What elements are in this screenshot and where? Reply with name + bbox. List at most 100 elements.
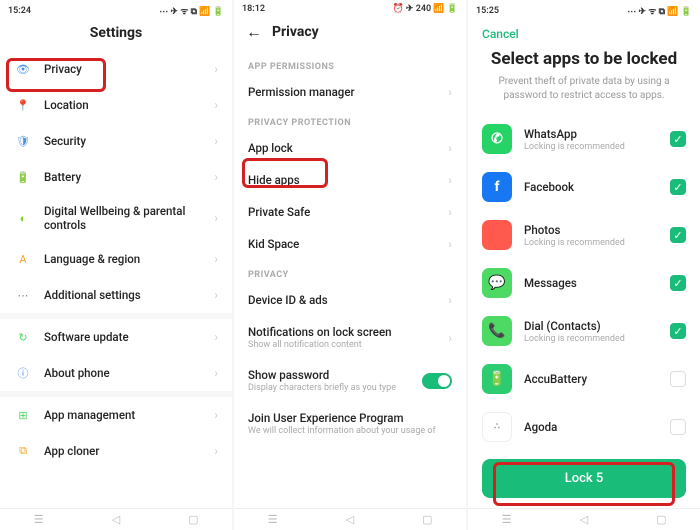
settings-row[interactable]: 📍Location› — [0, 87, 232, 123]
settings-row[interactable]: 👁Privacy› — [0, 51, 232, 87]
page-subtitle: Prevent theft of private data by using a… — [468, 75, 700, 115]
row-icon: 🛡 — [14, 132, 32, 150]
row-label: Private Safe — [248, 205, 436, 219]
row-label: Device ID & ads — [248, 293, 436, 307]
checkbox[interactable]: ✓ — [670, 323, 686, 339]
app-icon: f — [482, 172, 512, 202]
settings-row[interactable]: Private Safe › — [234, 196, 466, 228]
back-icon[interactable]: ← — [246, 22, 262, 42]
row-label: Location — [44, 98, 202, 112]
app-name: Dial (Contacts) — [524, 319, 658, 333]
app-row[interactable]: f Facebook ✓ — [468, 163, 700, 211]
row-show-password[interactable]: Show password Display characters briefly… — [234, 359, 466, 402]
header: ← Privacy — [234, 16, 466, 52]
settings-row[interactable]: 🔋Battery› — [0, 159, 232, 195]
nav-home-icon[interactable]: ▢ — [186, 513, 200, 527]
status-bar: 18:12 ⏰ ✈ 240 📶 🔋 — [234, 0, 466, 16]
nav-bar: ☰ ◁ ▢ — [0, 508, 232, 530]
settings-row[interactable]: ⓘAbout phone› — [0, 355, 232, 391]
row-icon: ⊞ — [14, 406, 32, 424]
status-time: 15:24 — [8, 6, 31, 16]
page-title: Privacy — [272, 24, 319, 40]
row-label: Software update — [44, 330, 202, 344]
settings-row[interactable]: ◐Digital Wellbeing & parental controls› — [0, 195, 232, 241]
row-sub: We will collect information about your u… — [248, 426, 452, 436]
row-label: About phone — [44, 366, 202, 380]
row-icon: ⧉ — [14, 442, 32, 460]
settings-row[interactable]: Kid Space › — [234, 228, 466, 260]
nav-back-icon[interactable]: ◁ — [577, 513, 591, 527]
toggle[interactable] — [422, 373, 452, 389]
app-row[interactable]: PhotosLocking is recommended✓ — [468, 211, 700, 259]
chevron-right-icon: › — [448, 331, 452, 345]
header: Settings — [0, 19, 232, 51]
status-time: 15:25 — [476, 6, 499, 16]
row-sub: Show all notification content — [248, 340, 436, 350]
app-row[interactable]: ✆WhatsAppLocking is recommended✓ — [468, 115, 700, 163]
app-row[interactable]: 📞Dial (Contacts)Locking is recommended✓ — [468, 307, 700, 355]
checkbox[interactable] — [670, 371, 686, 387]
row-label: App lock — [248, 141, 436, 155]
checkbox[interactable] — [670, 419, 686, 435]
chevron-right-icon: › — [448, 205, 452, 219]
cancel-button[interactable]: Cancel — [468, 19, 700, 49]
row-label: App management — [44, 408, 202, 422]
settings-row[interactable]: ALanguage & region› — [0, 241, 232, 277]
app-name: Agoda — [524, 420, 658, 434]
settings-row[interactable]: ⧉App cloner› — [0, 433, 232, 469]
nav-back-icon[interactable]: ◁ — [343, 513, 357, 527]
chevron-right-icon: › — [214, 170, 218, 184]
status-icons: ⋯ ✈ ᯤ ⧉ 📶 🔋 — [159, 4, 224, 17]
row-permission-manager[interactable]: Permission manager › — [234, 76, 466, 108]
nav-recent-icon[interactable]: ☰ — [32, 513, 46, 527]
app-row[interactable]: 💬Messages✓ — [468, 259, 700, 307]
app-name: AccuBattery — [524, 372, 658, 386]
app-icon: ✆ — [482, 124, 512, 154]
nav-bar: ☰ ◁ ▢ — [234, 508, 466, 530]
nav-recent-icon[interactable]: ☰ — [500, 513, 514, 527]
checkbox[interactable]: ✓ — [670, 275, 686, 291]
row-label: Battery — [44, 170, 202, 184]
settings-row[interactable]: ⋯Additional settings› — [0, 277, 232, 313]
row-label: Kid Space — [248, 237, 436, 251]
settings-row[interactable]: 🛡Security› — [0, 123, 232, 159]
status-icons: ⏰ ✈ 240 📶 🔋 — [392, 4, 458, 14]
app-name: Facebook — [524, 180, 658, 194]
app-row[interactable]: 🔋AccuBattery — [468, 355, 700, 403]
row-label: Security — [44, 134, 202, 148]
chevron-right-icon: › — [214, 444, 218, 458]
page-title: Select apps to be locked — [468, 49, 700, 75]
section-privacy: PRIVACY — [234, 260, 466, 284]
chevron-right-icon: › — [448, 85, 452, 99]
chevron-right-icon: › — [448, 237, 452, 251]
nav-home-icon[interactable]: ▢ — [654, 513, 668, 527]
settings-row[interactable]: Hide apps› — [234, 164, 466, 196]
checkbox[interactable]: ✓ — [670, 131, 686, 147]
status-icons: ⋯ ✈ ᯤ ⧉ 📶 🔋 — [627, 4, 692, 17]
row-device-id[interactable]: Device ID & ads › — [234, 284, 466, 316]
lock-button[interactable]: Lock 5 — [482, 459, 686, 498]
checkbox[interactable]: ✓ — [670, 227, 686, 243]
nav-home-icon[interactable]: ▢ — [420, 513, 434, 527]
row-notifications[interactable]: Notifications on lock screen Show all no… — [234, 316, 466, 359]
app-icon — [482, 220, 512, 250]
nav-recent-icon[interactable]: ☰ — [266, 513, 280, 527]
chevron-right-icon: › — [214, 98, 218, 112]
page-title: Settings — [90, 25, 142, 41]
row-user-experience[interactable]: Join User Experience Program We will col… — [234, 402, 466, 445]
chevron-right-icon: › — [448, 293, 452, 307]
app-icon: ∴ — [482, 412, 512, 442]
settings-row[interactable]: App lock› — [234, 132, 466, 164]
settings-row[interactable]: ↻Software update› — [0, 319, 232, 355]
checkbox[interactable]: ✓ — [670, 179, 686, 195]
row-icon: ◐ — [14, 209, 32, 227]
row-icon: A — [14, 250, 32, 268]
status-time: 18:12 — [242, 4, 265, 14]
settings-row[interactable]: ⊞App management› — [0, 397, 232, 433]
row-icon: ⋯ — [14, 286, 32, 304]
app-row[interactable]: ∴ Agoda — [468, 403, 700, 451]
lock-button-label: Lock 5 — [565, 471, 604, 486]
nav-back-icon[interactable]: ◁ — [109, 513, 123, 527]
row-label: Hide apps — [248, 173, 436, 187]
row-icon: ⓘ — [14, 364, 32, 382]
